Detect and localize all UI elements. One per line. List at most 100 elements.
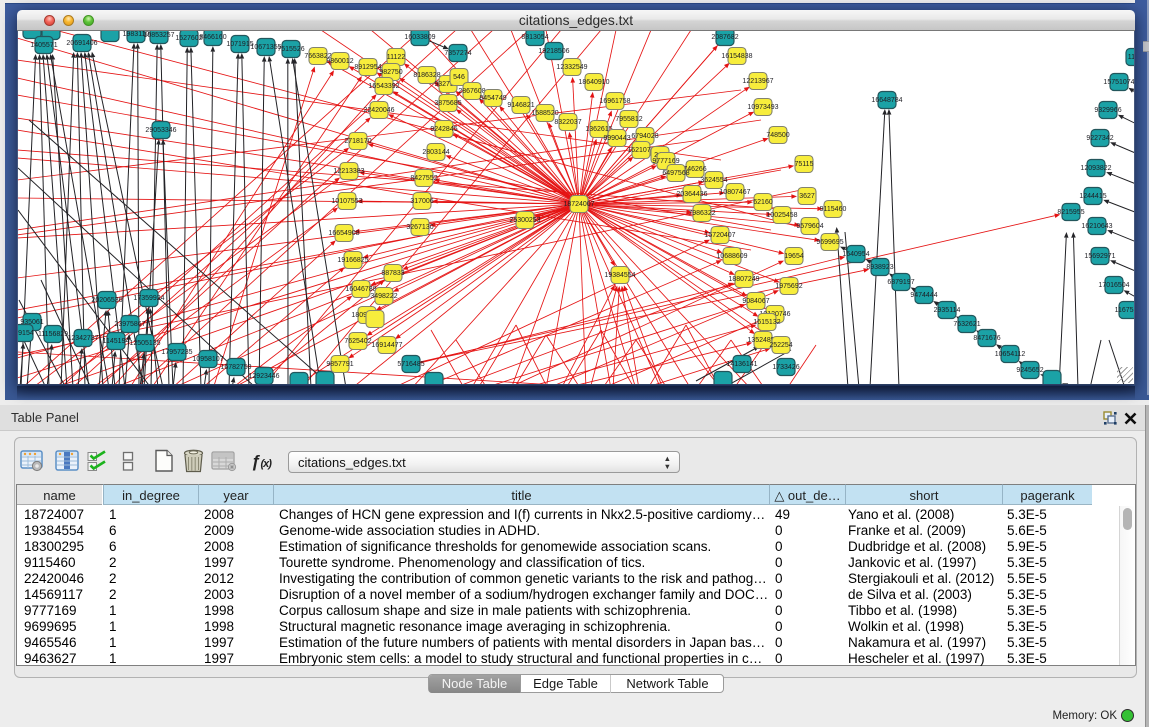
svg-text:17957235: 17957235 (161, 349, 192, 356)
svg-text:9227342: 9227342 (1086, 135, 1113, 142)
svg-text:8215955: 8215955 (1057, 209, 1084, 216)
svg-text:1117: 1117 (1128, 54, 1135, 61)
svg-text:8912954: 8912954 (354, 64, 381, 71)
svg-text:9699695: 9699695 (816, 239, 843, 246)
svg-text:6794028: 6794028 (631, 133, 658, 140)
svg-text:1167533: 1167533 (1115, 307, 1135, 314)
svg-text:8813054: 8813054 (521, 34, 548, 41)
svg-text:20364436: 20364436 (676, 191, 707, 198)
svg-text:982750: 982750 (379, 69, 402, 76)
svg-text:7625402: 7625402 (344, 338, 371, 345)
svg-text:12093822: 12093822 (1080, 165, 1111, 172)
svg-text:16543392: 16543392 (368, 83, 399, 90)
svg-text:1975692: 1975692 (775, 283, 802, 290)
svg-text:1405571: 1405571 (30, 42, 57, 49)
svg-text:9245652: 9245652 (1016, 367, 1043, 374)
svg-text:19384554: 19384554 (604, 272, 635, 279)
svg-text:11156829: 11156829 (38, 331, 68, 338)
svg-text:10807467: 10807467 (719, 189, 750, 196)
svg-text:14136141: 14136141 (726, 361, 757, 368)
svg-text:8186328: 8186328 (413, 72, 440, 79)
svg-text:8938923: 8938923 (866, 264, 893, 271)
svg-text:23975867: 23975867 (114, 321, 145, 328)
svg-text:9474444: 9474444 (910, 292, 937, 299)
svg-text:3624554: 3624554 (700, 177, 727, 184)
svg-text:9329966: 9329966 (1094, 107, 1121, 114)
svg-text:7986322: 7986322 (688, 210, 715, 217)
svg-text:546: 546 (453, 74, 465, 81)
svg-text:1640954: 1640954 (842, 251, 869, 258)
svg-text:16648784: 16648784 (871, 97, 902, 104)
svg-text:19166825: 19166825 (337, 257, 368, 264)
svg-text:8466160: 8466160 (199, 34, 226, 41)
svg-text:9146821: 9146821 (507, 102, 534, 109)
svg-text:11122: 11122 (387, 54, 406, 61)
svg-text:1244415: 1244415 (1079, 193, 1106, 200)
svg-text:9242845: 9242845 (430, 126, 457, 133)
svg-text:17359924: 17359924 (133, 295, 164, 302)
svg-text:9115460: 9115460 (820, 206, 847, 213)
svg-text:252254: 252254 (769, 342, 792, 349)
svg-text:16210643: 16210643 (1081, 223, 1112, 230)
svg-text:1615132: 1615132 (753, 319, 780, 326)
svg-text:15751074: 15751074 (1103, 79, 1134, 86)
svg-text:39154: 39154 (18, 330, 34, 337)
svg-text:10107553: 10107553 (331, 198, 362, 205)
svg-text:16154838: 16154838 (721, 53, 752, 60)
svg-text:8454749: 8454749 (479, 95, 506, 102)
svg-text:3267130: 3267130 (406, 224, 433, 231)
svg-text:19218506: 19218506 (538, 48, 569, 55)
svg-text:16782759: 16782759 (220, 364, 251, 371)
svg-text:1733426: 1733426 (772, 364, 799, 371)
svg-text:317006: 317006 (410, 198, 433, 205)
svg-text:9084067: 9084067 (742, 298, 769, 305)
svg-text:62160: 62160 (753, 199, 773, 206)
svg-text:7955812: 7955812 (615, 116, 642, 123)
svg-text:16961758: 16961758 (599, 98, 630, 105)
svg-text:2718170: 2718170 (344, 138, 371, 145)
svg-text:16914477: 16914477 (371, 342, 402, 349)
svg-text:10973493: 10973493 (747, 104, 778, 111)
svg-text:17016504: 17016504 (1098, 282, 1129, 289)
svg-text:18640910: 18640910 (578, 79, 609, 86)
svg-text:10853257: 10853257 (143, 32, 174, 39)
svg-text:15720407: 15720407 (704, 232, 735, 239)
svg-text:2935114: 2935114 (934, 307, 961, 314)
svg-text:10958107: 10958107 (192, 356, 223, 363)
svg-text:2087682: 2087682 (711, 34, 738, 41)
svg-text:10688609: 10688609 (716, 253, 747, 260)
svg-text:8471676: 8471676 (973, 335, 1000, 342)
svg-text:12213967: 12213967 (742, 78, 773, 85)
svg-text:18724007: 18724007 (563, 201, 594, 208)
svg-text:12505135: 12505135 (129, 340, 160, 347)
svg-text:75115: 75115 (795, 161, 814, 168)
svg-text:7357274: 7357274 (444, 50, 471, 57)
svg-text:18807249: 18807249 (728, 276, 759, 283)
svg-text:22420046: 22420046 (363, 107, 394, 114)
svg-text:19654: 19654 (784, 253, 804, 260)
svg-text:7632621: 7632621 (953, 321, 980, 328)
svg-text:9860012: 9860012 (326, 58, 353, 65)
svg-text:3875685: 3875685 (434, 100, 461, 107)
svg-text:6497568: 6497568 (662, 170, 689, 177)
svg-text:12213383: 12213383 (333, 168, 364, 175)
svg-text:12332549: 12332549 (556, 64, 587, 71)
svg-text:3498222: 3498222 (370, 293, 397, 300)
svg-text:25300253: 25300253 (509, 217, 540, 224)
svg-text:1145194: 1145194 (103, 338, 130, 345)
svg-text:9857791: 9857791 (326, 361, 353, 368)
svg-text:5716485: 5716485 (397, 361, 424, 368)
svg-text:29053346: 29053346 (145, 127, 176, 134)
svg-text:748500: 748500 (766, 132, 789, 139)
svg-text:8990443: 8990443 (603, 135, 630, 142)
svg-text:887833: 887833 (381, 270, 404, 277)
svg-text:20206536: 20206536 (91, 297, 122, 304)
svg-text:2803144: 2803144 (422, 149, 449, 156)
svg-text:15692971: 15692971 (1084, 253, 1115, 260)
svg-text:10654112: 10654112 (995, 351, 1026, 358)
svg-text:8427552: 8427552 (410, 175, 437, 182)
svg-text:12923446: 12923446 (248, 373, 279, 380)
svg-text:20691406: 20691406 (66, 40, 97, 47)
svg-text:1588520: 1588520 (531, 110, 558, 117)
svg-text:16654908: 16654908 (328, 230, 359, 237)
